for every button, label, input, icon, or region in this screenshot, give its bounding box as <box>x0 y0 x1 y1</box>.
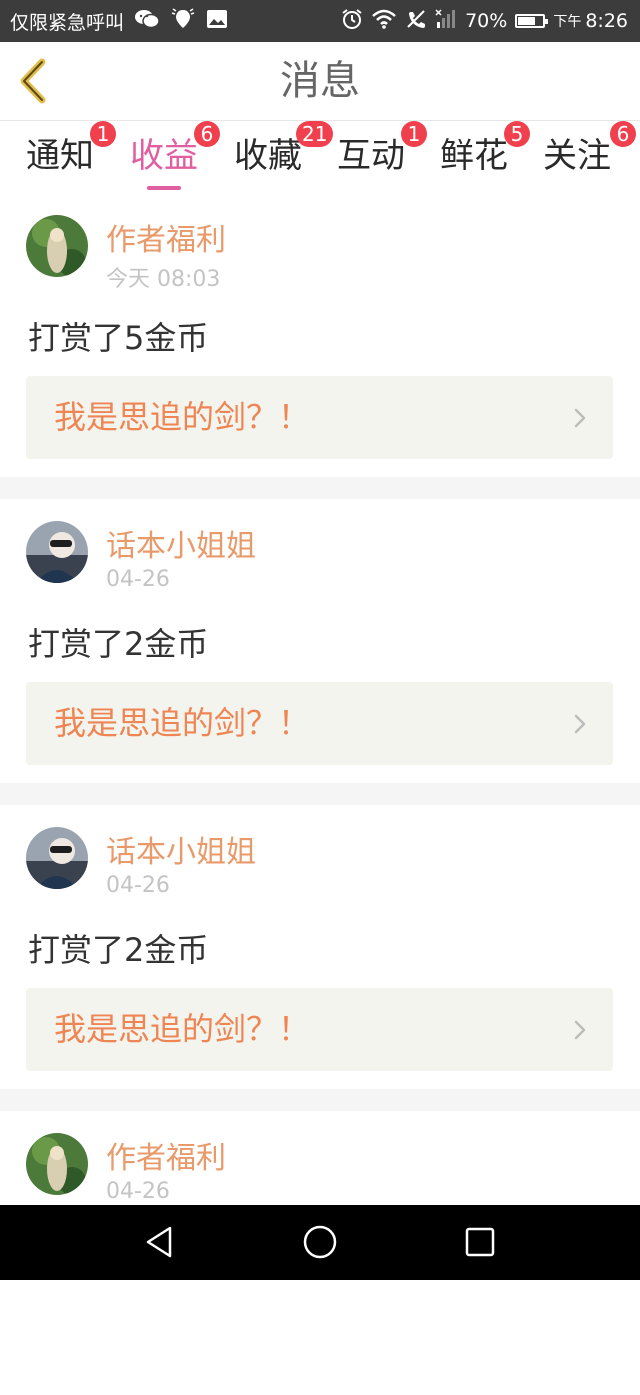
no-call-icon <box>405 8 427 35</box>
work-link[interactable]: 我是思追的剑？！ <box>26 988 613 1071</box>
tab-badge: 21 <box>296 121 334 147</box>
active-tab-indicator <box>147 186 181 190</box>
system-nav-bar <box>0 1205 640 1280</box>
divider <box>0 783 640 805</box>
chevron-right-icon <box>574 1020 586 1040</box>
list-item: 作者福利 今天 08:03 打赏了5金币 我是思追的剑？！ <box>0 193 640 477</box>
tab-label: 收益 <box>130 136 198 176</box>
circle-home-icon <box>303 1225 337 1259</box>
divider <box>0 1089 640 1111</box>
tab-badge: 1 <box>90 121 116 147</box>
message-time: 今天 08:03 <box>106 267 221 292</box>
tab-notifications[interactable]: 通知 1 <box>26 121 116 191</box>
tab-label: 关注 <box>543 136 611 176</box>
author-name[interactable]: 话本小姐姐 <box>106 521 256 565</box>
avatar[interactable] <box>26 215 88 277</box>
avatar-image <box>26 1133 88 1195</box>
square-recents-icon <box>465 1227 495 1257</box>
image-icon <box>206 9 228 34</box>
clock: 8:26 <box>585 10 628 32</box>
battery-percent: 70% <box>465 10 508 32</box>
message-time: 04-26 <box>106 873 170 898</box>
tab-flowers[interactable]: 鲜花 5 <box>440 121 530 191</box>
divider <box>0 477 640 499</box>
message-time: 04-26 <box>106 1179 170 1204</box>
list-item: 话本小姐姐 04-26 打赏了2金币 我是思追的剑？！ <box>0 805 640 1089</box>
author-name[interactable]: 话本小姐姐 <box>106 827 256 871</box>
avatar[interactable] <box>26 521 88 583</box>
tab-badge: 6 <box>194 121 220 147</box>
nav-recents-button[interactable] <box>460 1222 500 1262</box>
message-text: 打赏了5金币 <box>28 319 209 357</box>
battery-fill <box>518 17 536 25</box>
alarm-icon <box>341 8 363 35</box>
tab-label: 收藏 <box>234 136 302 176</box>
avatar-image <box>26 215 88 277</box>
tab-follows[interactable]: 关注 6 <box>543 121 636 191</box>
wifi-icon <box>371 9 397 34</box>
work-link[interactable]: 我是思追的剑？！ <box>26 682 613 765</box>
carrier-text: 仅限紧急呼叫 <box>10 11 125 34</box>
wechat-icon <box>134 8 160 35</box>
battery-icon <box>515 14 549 28</box>
message-tabs: 通知 1 收益 6 收藏 21 互动 1 鲜花 5 关注 6 <box>0 121 640 193</box>
tab-label: 互动 <box>337 136 405 176</box>
tab-earnings[interactable]: 收益 6 <box>130 121 220 191</box>
tab-label: 鲜花 <box>440 136 508 176</box>
triangle-back-icon <box>146 1226 172 1258</box>
work-link[interactable]: 我是思追的剑？！ <box>26 376 613 459</box>
work-title: 我是思追的剑？！ <box>54 704 311 742</box>
message-text: 打赏了2金币 <box>28 931 209 969</box>
chevron-right-icon <box>574 408 586 428</box>
nav-back-button[interactable] <box>140 1222 180 1262</box>
author-name[interactable]: 作者福利 <box>106 1133 226 1177</box>
message-text: 打赏了2金币 <box>28 625 209 663</box>
app-header: 消息 <box>0 42 640 121</box>
time-prefix: 下午 <box>553 14 582 30</box>
signal-icon <box>435 8 457 35</box>
avatar-image <box>26 521 88 583</box>
work-title: 我是思追的剑？！ <box>54 1010 311 1048</box>
page-title: 消息 <box>280 58 360 104</box>
status-bar: 仅限紧急呼叫 70% 下午 8:26 <box>0 0 640 42</box>
tab-interactions[interactable]: 互动 1 <box>337 121 427 191</box>
nav-home-button[interactable] <box>300 1222 340 1262</box>
chevron-right-icon <box>574 714 586 734</box>
tab-badge: 1 <box>401 121 427 147</box>
tab-label: 通知 <box>26 136 94 176</box>
tab-badge: 5 <box>504 121 530 147</box>
tab-favorites[interactable]: 收藏 21 <box>234 121 334 191</box>
tab-badge: 6 <box>610 121 636 147</box>
avatar-image <box>26 827 88 889</box>
author-name[interactable]: 作者福利 <box>106 215 226 259</box>
location-icon <box>170 7 196 36</box>
list-item: 话本小姐姐 04-26 打赏了2金币 我是思追的剑？！ <box>0 499 640 783</box>
avatar[interactable] <box>26 827 88 889</box>
avatar[interactable] <box>26 1133 88 1195</box>
work-title: 我是思追的剑？！ <box>54 398 311 436</box>
message-time: 04-26 <box>106 567 170 592</box>
